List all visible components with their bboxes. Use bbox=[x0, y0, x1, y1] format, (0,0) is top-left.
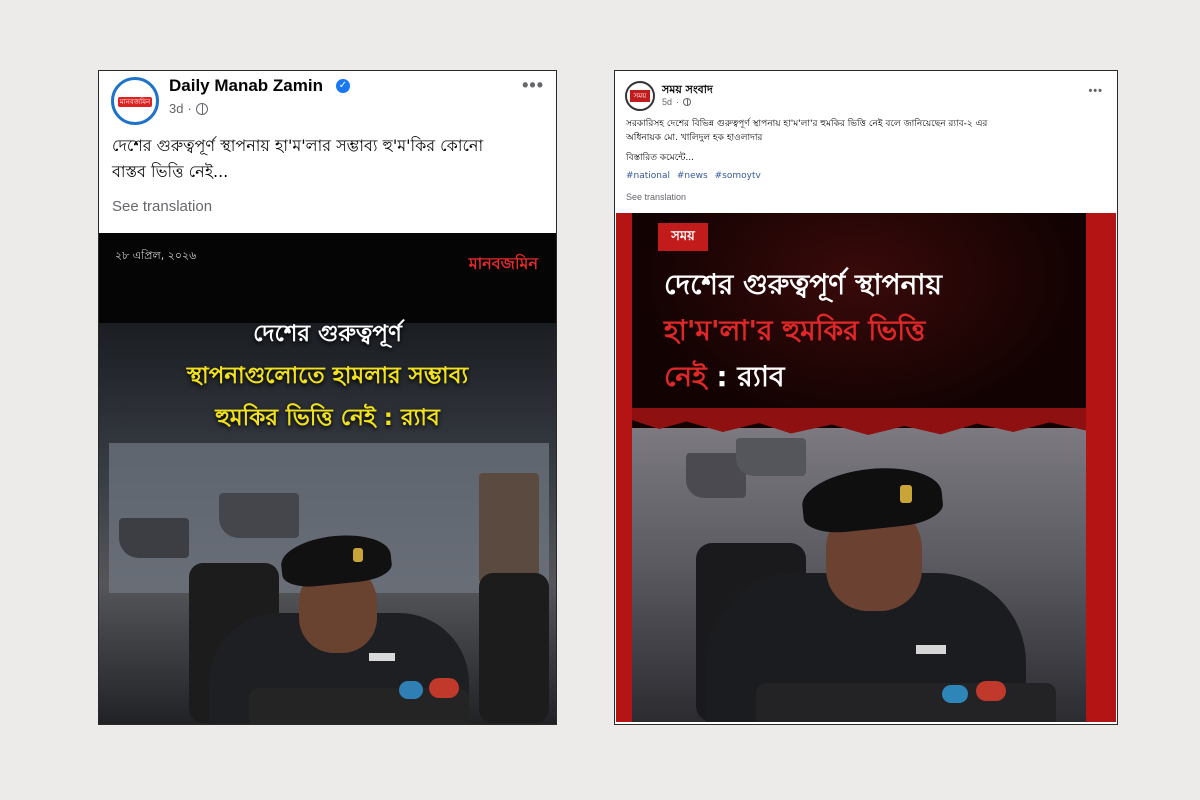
post-time[interactable]: 5d bbox=[662, 97, 672, 107]
post-caption: সরকারিসহ দেশের বিভিন্ন গুরুত্বপূর্ণ স্থা… bbox=[626, 117, 1112, 183]
pistol-shape bbox=[119, 518, 189, 558]
page-avatar[interactable]: সময় bbox=[625, 81, 655, 111]
headline-last-line: নেই : র‍্যাব bbox=[664, 355, 785, 402]
microphone-cluster bbox=[756, 683, 1056, 722]
chair-back bbox=[479, 573, 549, 723]
avatar-logo-text: মানবজমিন bbox=[119, 98, 151, 106]
see-translation-link[interactable]: See translation bbox=[626, 192, 686, 202]
globe-icon bbox=[683, 98, 692, 106]
facebook-post-manab-zamin: মানবজমিন Daily Manab Zamin ✓ 3d · ••• দে… bbox=[98, 70, 557, 725]
post-meta: 5d · bbox=[662, 97, 692, 107]
image-red-border bbox=[616, 213, 632, 722]
microphone bbox=[429, 678, 459, 698]
hashtag-link[interactable]: #news bbox=[677, 171, 708, 181]
headline-white-word: : র‍্যাব bbox=[716, 360, 785, 393]
post-time[interactable]: 3d bbox=[169, 101, 183, 116]
caption-line: সরকারিসহ দেশের বিভিন্ন গুরুত্বপূর্ণ স্থা… bbox=[626, 119, 988, 129]
headline-red-word: নেই bbox=[664, 360, 707, 393]
hashtag-link[interactable]: #national bbox=[626, 171, 670, 181]
image-date: ২৮ এপ্রিল, ২০২৬ bbox=[115, 249, 197, 262]
headline-line-white: দেশের গুরুত্বপূর্ণ স্থাপনায় bbox=[664, 268, 942, 301]
microphone bbox=[976, 681, 1006, 701]
name-tag bbox=[369, 653, 395, 661]
image-red-border bbox=[1086, 213, 1116, 722]
see-translation-link[interactable]: See translation bbox=[112, 198, 212, 215]
details-text: বিস্তারিত কমেন্টে... bbox=[626, 153, 694, 163]
hashtags: #national #news #somoytv bbox=[626, 169, 1112, 183]
headline-line-yellow: স্থাপনাগুলোতে হামলার সম্ভাব্য bbox=[186, 363, 469, 389]
post-caption: দেশের গুরুত্বপূর্ণ স্থাপনায় হা'ম'লার সম… bbox=[112, 133, 552, 185]
caption-line: দেশের গুরুত্বপূর্ণ স্থাপনায় হা'ম'লার সম… bbox=[112, 136, 484, 155]
microphone bbox=[942, 685, 968, 703]
beret-badge bbox=[353, 548, 363, 562]
headline-line-red: হা'ম'লা'র হুমকির ভিত্তি bbox=[664, 314, 926, 347]
pistol-shape bbox=[219, 493, 299, 538]
globe-icon bbox=[195, 102, 208, 115]
facebook-post-somoy-news: সময় সময় সংবাদ 5d · ••• সরকারিসহ দেশের … bbox=[614, 70, 1118, 725]
more-options-icon[interactable]: ••• bbox=[1088, 85, 1103, 97]
headline-line-white: দেশের গুরুত্বপূর্ণ bbox=[253, 321, 402, 347]
post-image[interactable]: ২৮ এপ্রিল, ২০২৬ মানবজমিন দেশের গুরুত্বপূ… bbox=[99, 233, 556, 724]
image-logo: মানবজমিন bbox=[468, 254, 538, 273]
headline-line-yellow: হুমকির ভিত্তি নেই : র‍্যাব bbox=[215, 405, 440, 431]
image-logo-text: সময় bbox=[671, 229, 695, 244]
avatar-logo-text: সময় bbox=[633, 92, 647, 100]
more-options-icon[interactable]: ••• bbox=[522, 75, 544, 96]
page-avatar[interactable]: মানবজমিন bbox=[111, 77, 159, 125]
image-logo: সময় bbox=[658, 223, 708, 251]
post-image[interactable]: সময় দেশের গুরুত্বপূর্ণ স্থাপনায় হা'ম'ল… bbox=[616, 213, 1116, 722]
weapon-shape bbox=[479, 473, 539, 583]
page-name[interactable]: Daily Manab Zamin bbox=[169, 76, 323, 96]
caption-line: অধিনায়ক মো. খালিদুল হক হাওলাদার bbox=[626, 133, 763, 143]
verified-badge-icon: ✓ bbox=[336, 79, 350, 93]
name-tag bbox=[916, 645, 946, 654]
pistol-shape bbox=[736, 438, 806, 476]
post-meta: 3d · bbox=[169, 101, 208, 116]
beret-badge bbox=[900, 485, 912, 503]
caption-line: বাস্তব ভিত্তি নেই... bbox=[112, 162, 229, 181]
microphone bbox=[399, 681, 423, 699]
hashtag-link[interactable]: #somoytv bbox=[715, 171, 761, 181]
